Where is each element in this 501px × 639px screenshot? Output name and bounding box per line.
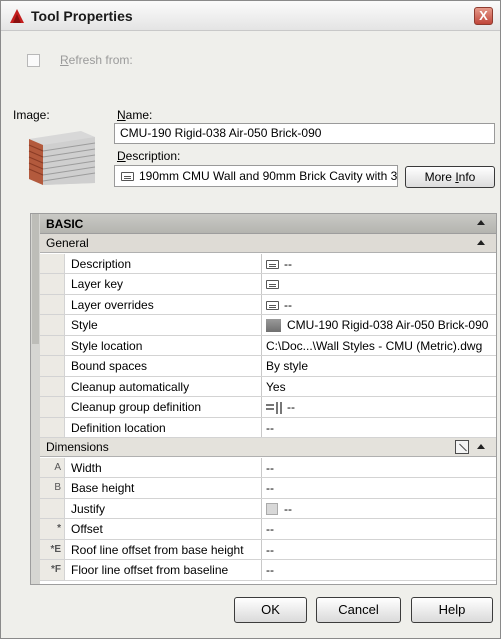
grid-scrollbar[interactable] xyxy=(31,214,40,584)
collapse-triangle-icon[interactable] xyxy=(477,240,485,245)
offset-marker-icon: * xyxy=(40,519,65,539)
refresh-from-label: Refresh from: xyxy=(60,53,133,67)
property-row-definition-location[interactable]: Definition location -- xyxy=(40,417,496,438)
subcategory-dimensions[interactable]: Dimensions xyxy=(40,438,496,457)
description-input[interactable]: 190mm CMU Wall and 90mm Brick Cavity wit… xyxy=(114,165,398,187)
tool-properties-dialog: Tool Properties X Refresh from: Image: N… xyxy=(0,0,501,639)
property-row-cleanup-automatically[interactable]: Cleanup automatically Yes xyxy=(40,376,496,397)
property-row-offset[interactable]: * Offset -- xyxy=(40,519,496,540)
collapse-triangle-icon[interactable] xyxy=(477,444,485,449)
style-swatch-icon xyxy=(266,319,281,333)
collapse-triangle-icon[interactable] xyxy=(477,220,485,225)
cleanup-group-icon xyxy=(266,401,283,414)
property-row-justify[interactable]: Justify -- xyxy=(40,498,496,519)
subcategory-general[interactable]: General xyxy=(40,234,496,253)
property-grid[interactable]: BASIC General Description -- Layer key L… xyxy=(30,213,497,585)
property-row-description[interactable]: Description -- xyxy=(40,253,496,274)
property-row-layer-key[interactable]: Layer key xyxy=(40,274,496,295)
name-input[interactable]: CMU-190 Rigid-038 Air-050 Brick-090 xyxy=(114,123,495,144)
description-label: Description: xyxy=(117,149,181,163)
text-icon xyxy=(266,300,279,310)
category-basic[interactable]: BASIC xyxy=(40,214,496,234)
close-button[interactable]: X xyxy=(474,7,493,25)
name-label: Name: xyxy=(117,108,153,122)
text-icon xyxy=(266,280,279,290)
justify-icon xyxy=(266,503,278,516)
property-row-style[interactable]: Style CMU-190 Rigid-038 Air-050 Brick-09… xyxy=(40,315,496,336)
refresh-from-checkbox[interactable] xyxy=(27,54,40,67)
property-row-style-location[interactable]: Style location C:\Doc...\Wall Styles - C… xyxy=(40,335,496,356)
dimension-marker-a: A xyxy=(40,457,65,477)
dimension-marker-b: B xyxy=(40,478,65,498)
property-row-bound-spaces[interactable]: Bound spaces By style xyxy=(40,356,496,377)
property-row-width[interactable]: A Width -- xyxy=(40,457,496,478)
help-button[interactable]: Help xyxy=(411,597,493,623)
title-bar[interactable]: Tool Properties X xyxy=(1,1,500,31)
property-row-layer-overrides[interactable]: Layer overrides -- xyxy=(40,294,496,315)
dimension-tool-icon[interactable] xyxy=(455,440,469,454)
close-icon: X xyxy=(479,8,488,23)
roof-offset-marker-icon: *E xyxy=(40,539,65,559)
image-label: Image: xyxy=(13,108,50,122)
property-row-base-height[interactable]: B Base height -- xyxy=(40,478,496,499)
ok-button[interactable]: OK xyxy=(234,597,307,623)
dialog-title: Tool Properties xyxy=(31,8,133,24)
property-row-floor-line-offset[interactable]: *F Floor line offset from baseline -- xyxy=(40,560,496,581)
floor-offset-marker-icon: *F xyxy=(40,560,65,580)
property-row-roof-line-offset[interactable]: *E Roof line offset from base height -- xyxy=(40,539,496,560)
description-value: 190mm CMU Wall and 90mm Brick Cavity wit… xyxy=(139,169,398,183)
cancel-button[interactable]: Cancel xyxy=(316,597,401,623)
property-row-cleanup-group-definition[interactable]: Cleanup group definition -- xyxy=(40,397,496,418)
more-info-button[interactable]: More Info xyxy=(405,166,495,188)
text-icon xyxy=(121,172,134,182)
scrollbar-thumb[interactable] xyxy=(32,214,39,344)
text-icon xyxy=(266,259,279,269)
app-logo-icon xyxy=(10,9,24,23)
wall-thumbnail-image[interactable] xyxy=(21,127,101,187)
